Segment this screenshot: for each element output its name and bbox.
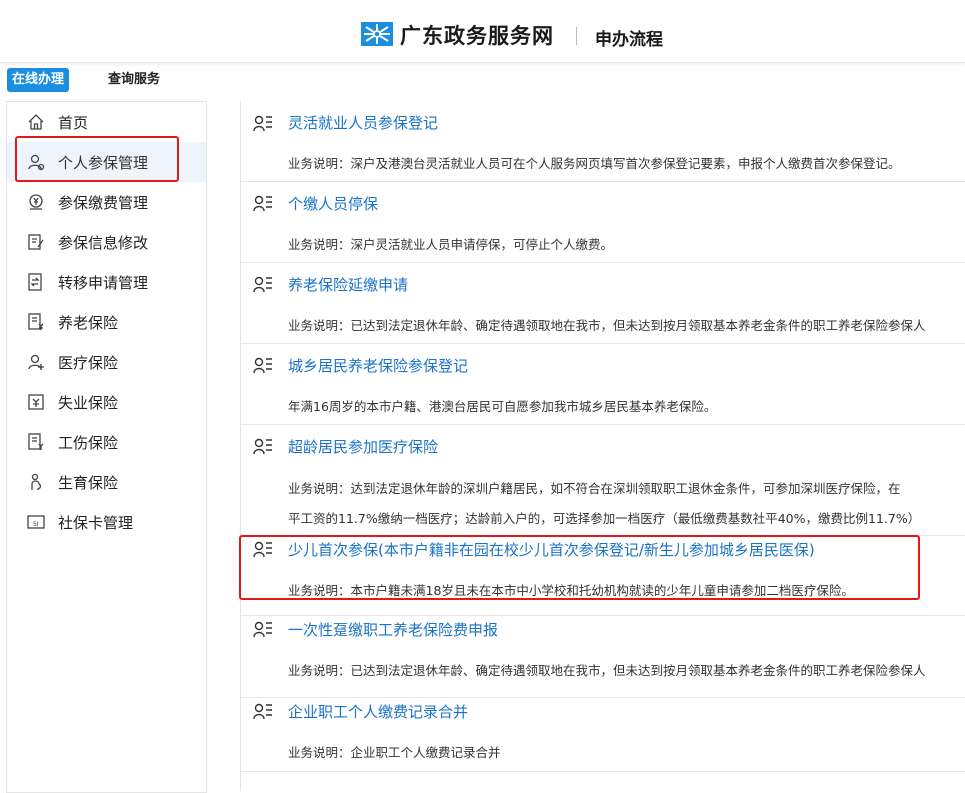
service-title[interactable]: 企业职工个人缴费记录合并: [288, 701, 468, 722]
service-desc: 业务说明：已达到法定退休年龄、确定待遇领取地在我市，但未达到按月领取基本养老金条…: [288, 318, 926, 333]
sidebar-item-label: 参保信息修改: [58, 234, 149, 252]
list-item: 养老保险延缴申请 业务说明：已达到法定退休年龄、确定待遇领取地在我市，但未达到按…: [241, 262, 965, 344]
service-list: 灵活就业人员参保登记 业务说明：深户及港澳台灵活就业人员可在个人服务网页填写首次…: [240, 101, 965, 791]
sidebar-item-label: 医疗保险: [58, 354, 119, 372]
person-list-icon: [253, 541, 272, 558]
sidebar-item-pension[interactable]: 养老保险: [7, 302, 206, 342]
sidebar-item-home[interactable]: 首页: [7, 102, 206, 142]
person-list-icon: [253, 195, 272, 212]
sidebar-item-label: 社保卡管理: [58, 514, 134, 532]
sidebar-item-personal-insurance[interactable]: 个人参保管理: [7, 142, 206, 182]
pension-document-icon: [28, 313, 44, 330]
person-list-icon: [253, 357, 272, 374]
sidebar-nav: 首页 个人参保管理 参保缴费管理 参保信息修改 转移申请管理 养老保险 医疗保险…: [6, 101, 207, 793]
list-item: 企业职工个人缴费记录合并 业务说明：企业职工个人缴费记录合并: [241, 697, 965, 772]
sidebar-item-unemployment[interactable]: 失业保险: [7, 382, 206, 422]
maternity-icon: [31, 473, 42, 490]
sidebar-item-label: 生育保险: [58, 474, 119, 492]
person-list-icon: [253, 438, 272, 455]
medical-person-icon: [28, 354, 44, 370]
home-icon: [28, 114, 44, 130]
service-title[interactable]: 少儿首次参保(本市户籍非在园在校少儿首次参保登记/新生儿参加城乡居民医保): [288, 539, 815, 560]
sidebar-item-card[interactable]: SI 社保卡管理: [7, 502, 206, 542]
page-header: 广东政务服务网 申办流程: [0, 0, 965, 63]
sidebar-item-label: 转移申请管理: [58, 274, 149, 292]
service-desc: 业务说明：企业职工个人缴费记录合并: [288, 745, 501, 760]
service-title[interactable]: 个缴人员停保: [288, 193, 378, 214]
service-title[interactable]: 一次性趸缴职工养老保险费申报: [288, 619, 498, 640]
tab-online-service[interactable]: 在线办理: [7, 68, 70, 92]
list-item: 个缴人员停保 业务说明：深户灵活就业人员申请停保，可停止个人缴费。: [241, 181, 965, 263]
list-item: 一次性趸缴职工养老保险费申报 业务说明：已达到法定退休年龄、确定待遇领取地在我市…: [241, 615, 965, 698]
sidebar-item-transfer[interactable]: 转移申请管理: [7, 262, 206, 302]
header-divider: [576, 27, 577, 45]
service-desc: 年满16周岁的本市户籍、港澳台居民可自愿参加我市城乡居民基本养老保险。: [288, 399, 717, 414]
service-title[interactable]: 养老保险延缴申请: [288, 274, 408, 295]
injury-document-icon: [28, 433, 44, 450]
snowflake-logo-icon: [361, 22, 393, 46]
person-list-icon: [253, 621, 272, 638]
card-icon: SI: [27, 515, 45, 529]
person-icon: [28, 154, 45, 171]
service-desc: 业务说明：深户及港澳台灵活就业人员可在个人服务网页填写首次参保登记要素，申报个人…: [288, 156, 901, 171]
list-item: 少儿首次参保(本市户籍非在园在校少儿首次参保登记/新生儿参加城乡居民医保) 业务…: [241, 535, 965, 616]
service-desc: 业务说明：已达到法定退休年龄、确定待遇领取地在我市，但未达到按月领取基本养老金条…: [288, 663, 926, 678]
sidebar-item-label: 工伤保险: [58, 434, 119, 452]
service-desc: 业务说明：深户灵活就业人员申请停保，可停止个人缴费。: [288, 237, 614, 252]
sidebar-item-payment[interactable]: 参保缴费管理: [7, 182, 206, 222]
list-item: 灵活就业人员参保登记 业务说明：深户及港澳台灵活就业人员可在个人服务网页填写首次…: [241, 101, 965, 182]
page-title: 申办流程: [595, 30, 663, 50]
sidebar-item-maternity[interactable]: 生育保险: [7, 462, 206, 502]
service-title[interactable]: 灵活就业人员参保登记: [288, 112, 438, 133]
service-desc: 业务说明：达到法定退休年龄的深圳户籍居民，如不符合在深圳领取职工退休金条件，可参…: [288, 481, 901, 496]
sidebar-item-info-edit[interactable]: 参保信息修改: [7, 222, 206, 262]
svg-text:SI: SI: [33, 521, 39, 528]
sidebar-item-label: 个人参保管理: [58, 154, 149, 172]
service-title[interactable]: 城乡居民养老保险参保登记: [288, 355, 468, 376]
service-desc-continued: 平工资的11.7%缴纳一档医疗；达龄前入户的，可选择参加一档医疗（最低缴费基数社…: [288, 511, 921, 526]
sidebar-item-medical[interactable]: 医疗保险: [7, 342, 206, 382]
person-list-icon: [253, 276, 272, 293]
site-brand[interactable]: 广东政务服务网: [400, 20, 554, 50]
sidebar-item-label: 失业保险: [58, 394, 119, 412]
sidebar-item-injury[interactable]: 工伤保险: [7, 422, 206, 462]
person-list-icon: [253, 703, 272, 720]
sidebar-item-label: 首页: [58, 114, 89, 132]
sidebar-item-label: 养老保险: [58, 314, 119, 332]
service-title[interactable]: 超龄居民参加医疗保险: [288, 436, 438, 457]
list-item: 城乡居民养老保险参保登记 年满16周岁的本市户籍、港澳台居民可自愿参加我市城乡居…: [241, 343, 965, 425]
transfer-icon: [28, 273, 42, 291]
person-list-icon: [253, 115, 272, 132]
tab-query-service[interactable]: 查询服务: [108, 68, 160, 92]
sidebar-item-label: 参保缴费管理: [58, 194, 149, 212]
list-item: 超龄居民参加医疗保险 业务说明：达到法定退休年龄的深圳户籍居民，如不符合在深圳领…: [241, 424, 965, 536]
payment-icon: [29, 194, 43, 210]
service-desc: 业务说明：本市户籍未满18岁且未在本市中小学校和托幼机构就读的少年儿童申请参加二…: [288, 583, 854, 598]
edit-document-icon: [28, 234, 44, 250]
unemployment-icon: [28, 394, 44, 410]
